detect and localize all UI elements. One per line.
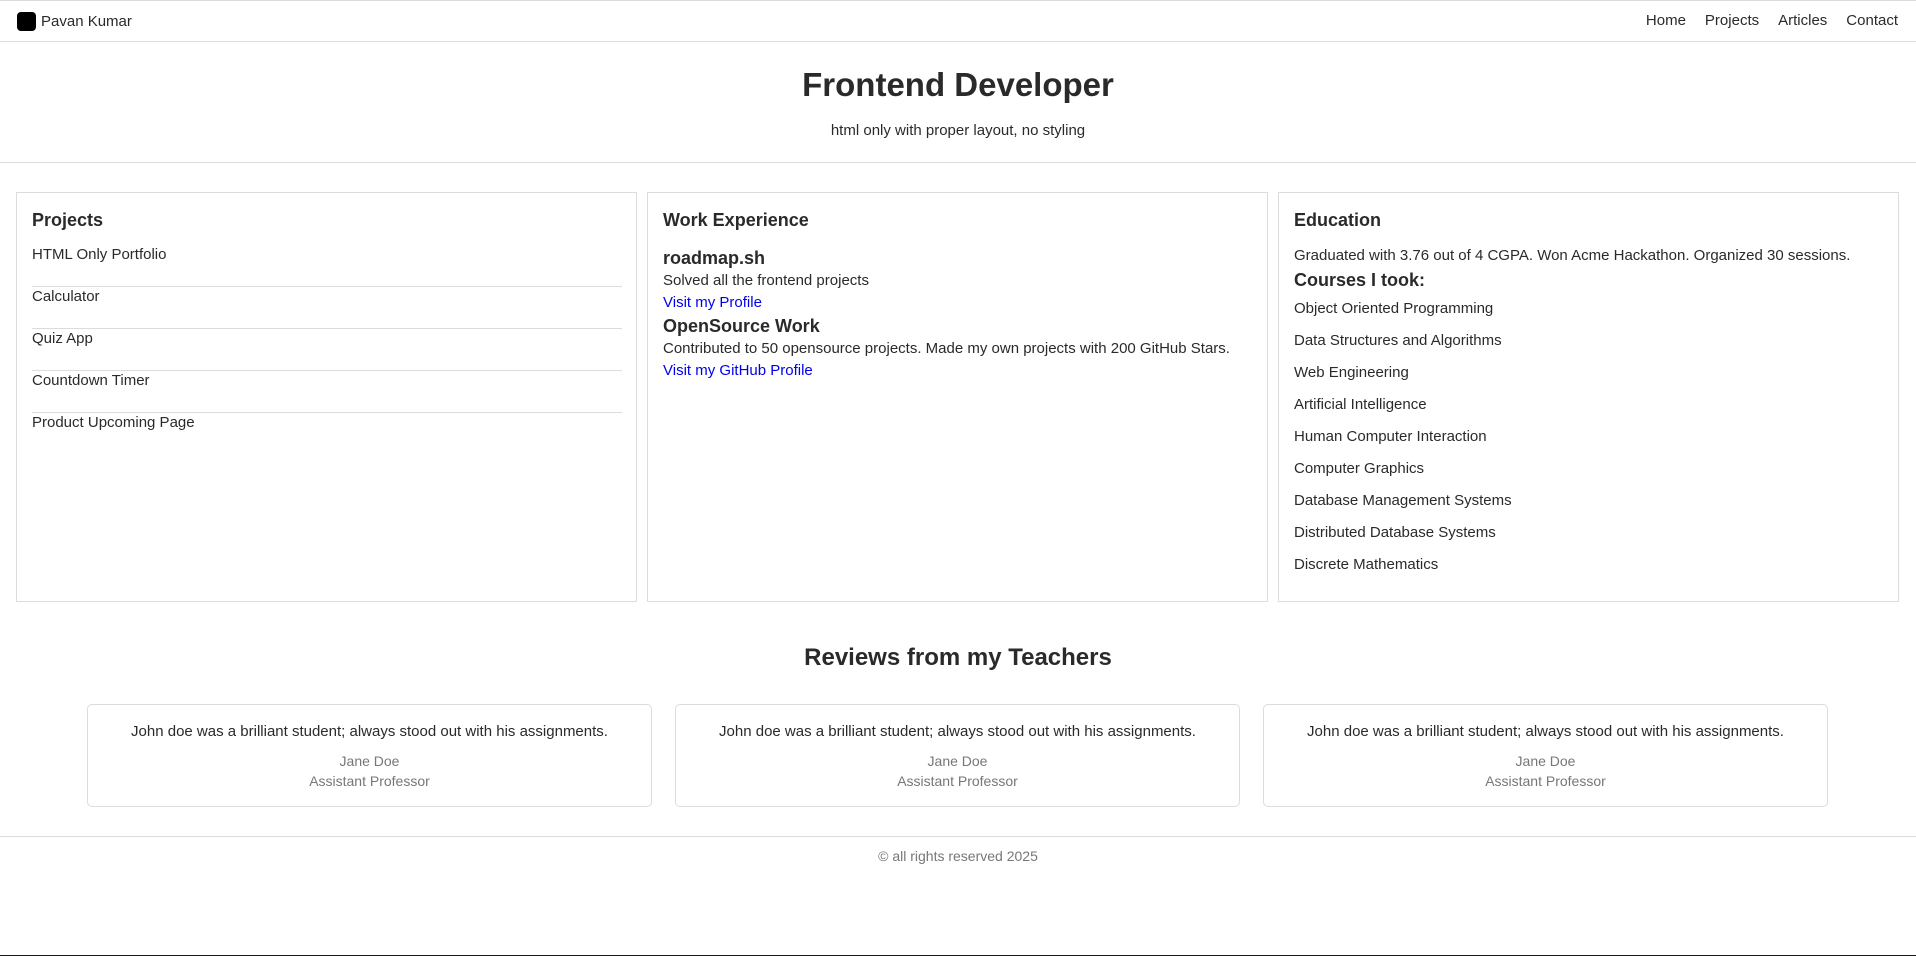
brand[interactable]: Pavan Kumar (17, 12, 132, 31)
list-item[interactable]: Countdown Timer (32, 371, 622, 413)
list-item: Discrete Mathematics (1294, 556, 1439, 573)
project-name: Quiz App (32, 330, 93, 347)
nav-link-contact[interactable]: Contact (1846, 12, 1898, 29)
reviewer-name: Jane Doe (339, 753, 400, 769)
work-card: Work Experience roadmap.sh Solved all th… (647, 192, 1268, 602)
reviews-heading: Reviews from my Teachers (804, 644, 1112, 671)
reviewer-name: Jane Doe (927, 753, 988, 769)
list-item: Object Oriented Programming (1294, 300, 1494, 317)
nav-link-articles[interactable]: Articles (1778, 12, 1827, 29)
list-item[interactable]: Product Upcoming Page (32, 413, 622, 455)
list-item[interactable]: Quiz App (32, 329, 622, 371)
list-item: Database Management Systems (1294, 492, 1512, 509)
reviewer-role: Assistant Professor (309, 773, 430, 789)
review-card: John doe was a brilliant student; always… (87, 704, 652, 807)
reviewer-role: Assistant Professor (1485, 773, 1606, 789)
nav-links: Home Projects Articles Contact (1627, 12, 1898, 29)
work-entry-title: roadmap.sh (663, 248, 766, 268)
work-entry-description: Solved all the frontend projects (663, 272, 869, 289)
review-card: John doe was a brilliant student; always… (675, 704, 1240, 807)
courses-list: Object Oriented Programming Data Structu… (1294, 293, 1884, 581)
work-heading: Work Experience (663, 210, 809, 230)
project-name: Product Upcoming Page (32, 414, 195, 431)
review-quote: John doe was a brilliant student; always… (1307, 723, 1784, 740)
projects-heading: Projects (32, 210, 104, 230)
reviewer-name: Jane Doe (1515, 753, 1576, 769)
list-item: Human Computer Interaction (1294, 428, 1487, 445)
list-item: Distributed Database Systems (1294, 524, 1496, 541)
page-subtitle: html only with proper layout, no styling (830, 122, 1086, 139)
logo-icon (17, 12, 36, 31)
nav-link-home[interactable]: Home (1646, 12, 1686, 29)
nav-link-projects[interactable]: Projects (1705, 12, 1759, 29)
education-card: Education Graduated with 3.76 out of 4 C… (1278, 192, 1899, 602)
work-entry-description: Contributed to 50 opensource projects. M… (663, 340, 1230, 357)
project-name: Calculator (32, 288, 100, 305)
work-entry-title: OpenSource Work (663, 316, 820, 336)
github-profile-link[interactable]: Visit my GitHub Profile (663, 360, 1253, 382)
list-item[interactable]: Calculator (32, 287, 622, 329)
list-item[interactable]: HTML Only Portfolio (32, 245, 622, 287)
list-item: Artificial Intelligence (1294, 396, 1427, 413)
brand-name: Pavan Kumar (41, 13, 132, 30)
footer-divider (0, 836, 1916, 837)
list-item: Data Structures and Algorithms (1294, 332, 1502, 349)
education-heading: Education (1294, 210, 1382, 230)
project-name: Countdown Timer (32, 372, 150, 389)
profile-link[interactable]: Visit my Profile (663, 292, 1253, 314)
footer-copyright: © all rights reserved 2025 (878, 848, 1038, 864)
projects-list: HTML Only Portfolio Calculator Quiz App … (32, 245, 622, 455)
review-quote: John doe was a brilliant student; always… (719, 723, 1196, 740)
list-item: Computer Graphics (1294, 460, 1425, 477)
reviewer-role: Assistant Professor (897, 773, 1018, 789)
projects-card: Projects HTML Only Portfolio Calculator … (16, 192, 637, 602)
work-entries: roadmap.sh Solved all the frontend proje… (663, 246, 1253, 382)
review-quote: John doe was a brilliant student; always… (131, 723, 608, 740)
page-title: Frontend Developer (802, 66, 1114, 103)
education-content: Graduated with 3.76 out of 4 CGPA. Won A… (1294, 245, 1884, 581)
project-name: HTML Only Portfolio (32, 246, 167, 263)
review-card: John doe was a brilliant student; always… (1263, 704, 1828, 807)
education-summary: Graduated with 3.76 out of 4 CGPA. Won A… (1294, 247, 1851, 264)
navbar: Pavan Kumar Home Projects Articles Conta… (0, 1, 1916, 42)
courses-heading: Courses I took: (1294, 270, 1426, 290)
hero: Frontend Developer html only with proper… (0, 42, 1916, 163)
list-item: Web Engineering (1294, 364, 1409, 381)
